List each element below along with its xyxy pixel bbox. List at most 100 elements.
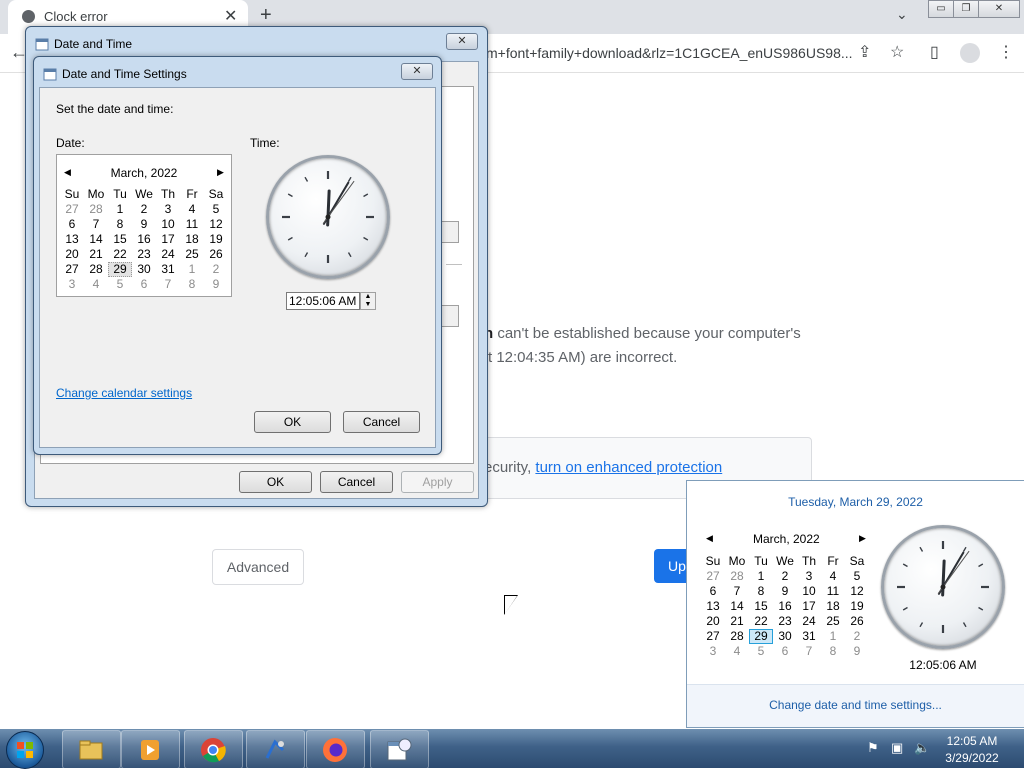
calendar-day[interactable]: 15	[108, 232, 132, 247]
calendar-day[interactable]: 25	[180, 247, 204, 262]
calendar-day[interactable]: 8	[180, 277, 204, 292]
calendar-day[interactable]: 19	[845, 599, 869, 614]
taskbar-date-time[interactable]	[370, 730, 429, 769]
calendar-day[interactable]: 22	[749, 614, 773, 629]
calendar-day[interactable]: 10	[156, 217, 180, 232]
calendar-day[interactable]: 9	[204, 277, 228, 292]
calendar-day[interactable]: 18	[821, 599, 845, 614]
calendar-day[interactable]: 7	[725, 584, 749, 599]
calendar-day[interactable]: 20	[60, 247, 84, 262]
calendar-day[interactable]: 17	[156, 232, 180, 247]
calendar-day[interactable]: 11	[821, 584, 845, 599]
calendar-day[interactable]: 24	[797, 614, 821, 629]
volume-icon[interactable]: 🔈	[914, 740, 930, 756]
calendar-day[interactable]: 4	[180, 202, 204, 217]
next-month-icon[interactable]: ▶	[859, 533, 866, 544]
time-spinner[interactable]: ▲ ▼	[360, 292, 376, 310]
calendar-day[interactable]: 3	[797, 569, 821, 584]
calendar-day[interactable]: 21	[725, 614, 749, 629]
calendar-day[interactable]: 24	[156, 247, 180, 262]
calendar-day[interactable]: 2	[204, 262, 228, 277]
calendar-day[interactable]: 27	[60, 202, 84, 217]
calendar-day[interactable]: 26	[204, 247, 228, 262]
calendar-day[interactable]: 1	[749, 569, 773, 584]
new-tab-button[interactable]: +	[260, 4, 272, 27]
tab-search-icon[interactable]: ⌄	[896, 6, 908, 23]
calendar-day[interactable]: 13	[60, 232, 84, 247]
calendar-day[interactable]: 31	[797, 629, 821, 644]
change-button-edge[interactable]	[441, 221, 459, 243]
calendar-day[interactable]: 8	[821, 644, 845, 659]
calendar-day[interactable]: 4	[821, 569, 845, 584]
calendar-day[interactable]: 1	[821, 629, 845, 644]
taskbar-firefox[interactable]	[306, 730, 365, 769]
taskbar-date[interactable]: 3/29/2022	[942, 751, 1002, 765]
calendar-day[interactable]: 11	[180, 217, 204, 232]
calendar-day[interactable]: 8	[108, 217, 132, 232]
calendar-day[interactable]: 7	[84, 217, 108, 232]
menu-icon[interactable]: ⋮	[998, 42, 1014, 62]
calendar-day[interactable]: 3	[156, 202, 180, 217]
calendar-day[interactable]: 14	[725, 599, 749, 614]
flyout-month-label[interactable]: March, 2022	[753, 532, 820, 546]
calendar-day[interactable]: 6	[60, 217, 84, 232]
calendar-day[interactable]: 25	[821, 614, 845, 629]
calendar-day[interactable]: 21	[84, 247, 108, 262]
calendar-day[interactable]: 5	[204, 202, 228, 217]
calendar-day[interactable]: 9	[845, 644, 869, 659]
side-panel-icon[interactable]: ▯	[930, 42, 939, 62]
calendar-day[interactable]: 18	[180, 232, 204, 247]
calendar-day[interactable]: 29	[108, 262, 132, 277]
calendar-day[interactable]: 19	[204, 232, 228, 247]
date-calendar[interactable]: ◀ March, 2022 ▶ Su Mo Tu We Th Fr Sa 27 28 1 2 3 4 5 6…	[56, 154, 232, 297]
calendar-day[interactable]: 29	[749, 629, 773, 644]
restore-button[interactable]: ❐	[953, 0, 979, 18]
calendar-day[interactable]: 31	[156, 262, 180, 277]
calendar-day[interactable]: 16	[132, 232, 156, 247]
close-tab-icon[interactable]: ✕	[224, 6, 237, 26]
calendar-day[interactable]: 14	[84, 232, 108, 247]
calendar-day[interactable]: 17	[797, 599, 821, 614]
calendar-day[interactable]: 12	[204, 217, 228, 232]
calendar-day[interactable]: 30	[132, 262, 156, 277]
calendar-day[interactable]: 30	[773, 629, 797, 644]
start-button[interactable]	[6, 731, 44, 769]
close-button[interactable]: ✕	[446, 33, 478, 50]
calendar-day[interactable]: 1	[180, 262, 204, 277]
close-button[interactable]: ✕	[401, 63, 433, 80]
calendar-day[interactable]: 13	[701, 599, 725, 614]
calendar-day[interactable]: 8	[749, 584, 773, 599]
calendar-month-label[interactable]: March, 2022	[57, 166, 231, 180]
calendar-day[interactable]: 26	[845, 614, 869, 629]
calendar-day[interactable]: 6	[701, 584, 725, 599]
taskbar-file-explorer[interactable]	[62, 730, 121, 769]
calendar-day[interactable]: 3	[60, 277, 84, 292]
calendar-day[interactable]: 16	[773, 599, 797, 614]
calendar-day[interactable]: 2	[132, 202, 156, 217]
enhanced-protection-link[interactable]: turn on enhanced protection	[535, 459, 722, 476]
calendar-day[interactable]: 5	[108, 277, 132, 292]
taskbar-chrome[interactable]	[184, 730, 243, 769]
calendar-day[interactable]: 23	[132, 247, 156, 262]
network-icon[interactable]: ▣	[891, 740, 903, 756]
time-input[interactable]: 12:05:06 AM	[286, 292, 360, 310]
calendar-day[interactable]: 27	[701, 629, 725, 644]
calendar-day[interactable]: 12	[845, 584, 869, 599]
calendar-day[interactable]: 6	[132, 277, 156, 292]
taskbar-time[interactable]: 12:05 AM	[942, 734, 1002, 748]
action-center-icon[interactable]: ⚑	[867, 740, 879, 756]
calendar-day[interactable]: 23	[773, 614, 797, 629]
taskbar-media-player[interactable]	[121, 730, 180, 769]
ok-button[interactable]: OK	[239, 471, 312, 493]
change-calendar-settings-link[interactable]: Change calendar settings	[56, 386, 192, 400]
cancel-button[interactable]: Cancel	[343, 411, 420, 433]
calendar-day[interactable]: 20	[701, 614, 725, 629]
minimize-button[interactable]: ▭	[928, 0, 954, 18]
prev-month-icon[interactable]: ◀	[706, 533, 713, 544]
cancel-button[interactable]: Cancel	[320, 471, 393, 493]
flyout-full-date[interactable]: Tuesday, March 29, 2022	[687, 495, 1024, 509]
calendar-day[interactable]: 10	[797, 584, 821, 599]
calendar-day[interactable]: 15	[749, 599, 773, 614]
change-timezone-button-edge[interactable]	[441, 305, 459, 327]
calendar-day[interactable]: 22	[108, 247, 132, 262]
